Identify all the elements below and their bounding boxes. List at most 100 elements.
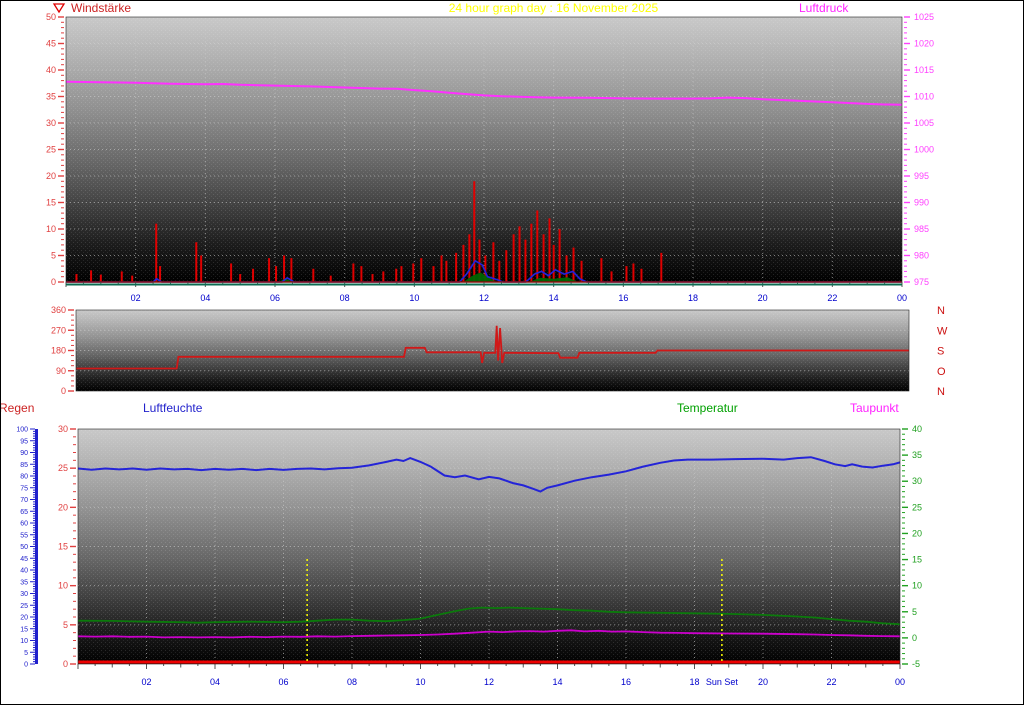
humidity-tick-label: 90 — [20, 450, 28, 457]
temperature-tick-label: 0 — [912, 633, 917, 643]
time-label: 16 — [618, 293, 628, 303]
time-label: 12 — [479, 293, 489, 303]
temperature-tick-label: 35 — [912, 450, 922, 460]
compass-label-O: O — [937, 366, 946, 378]
degrees-tick-label: 360 — [51, 305, 66, 315]
time-label: 22 — [826, 677, 836, 687]
temperature-tick-label: 10 — [912, 581, 922, 591]
rain-tick-label: 15 — [58, 542, 68, 552]
compass-label-N: N — [937, 386, 945, 398]
time-label: 06 — [278, 677, 288, 687]
humidity-tick-label: 40 — [20, 568, 28, 575]
time-label: 00 — [895, 677, 905, 687]
time-label: 20 — [758, 677, 768, 687]
time-label: 04 — [200, 293, 210, 303]
compass-label-S: S — [937, 346, 944, 358]
wind-tick-label: 15 — [46, 198, 56, 208]
temperature-tick-label: -5 — [912, 659, 920, 669]
humidity-tick-label: 30 — [20, 591, 28, 598]
temperature-tick-label: 15 — [912, 555, 922, 565]
degrees-tick-label: 90 — [56, 366, 66, 376]
time-label: 20 — [758, 293, 768, 303]
humidity-tick-label: 70 — [20, 497, 28, 504]
degrees-tick-label: 180 — [51, 346, 66, 356]
charts-canvas: 0510152025303540455097598098599099510001… — [16, 3, 948, 687]
time-label: 06 — [270, 293, 280, 303]
humidity-temp-panel: 0510152025303540455055606570758085909510… — [16, 424, 922, 687]
time-label: 00 — [897, 293, 907, 303]
wind-tick-label: 45 — [46, 39, 56, 49]
pressure-tick-label: 975 — [914, 277, 929, 287]
time-label: 04 — [210, 677, 220, 687]
rain-tick-label: 0 — [63, 659, 68, 669]
degrees-tick-label: 0 — [61, 386, 66, 396]
wind-tick-label: 25 — [46, 145, 56, 155]
humidity-tick-label: 0 — [24, 662, 28, 669]
rain-tick-label: 5 — [63, 620, 68, 630]
rain-tick-label: 10 — [58, 581, 68, 591]
rain-tick-label: 25 — [58, 463, 68, 473]
pressure-tick-label: 1015 — [914, 65, 934, 75]
wind-pressure-panel: 0510152025303540455097598098599099510001… — [46, 12, 934, 303]
humidity-tick-label: 55 — [20, 532, 28, 539]
pressure-tick-label: 1020 — [914, 39, 934, 49]
humidity-tick-label: 5 — [24, 650, 28, 657]
time-label: 22 — [827, 293, 837, 303]
humidity-tick-label: 25 — [20, 603, 28, 610]
wind-tick-label: 5 — [51, 251, 56, 261]
pressure-tick-label: 990 — [914, 198, 929, 208]
humidity-tick-label: 65 — [20, 509, 28, 516]
time-label: 16 — [621, 677, 631, 687]
time-label: 14 — [552, 677, 562, 687]
time-label: 14 — [549, 293, 559, 303]
sun-set-label: Sun Set — [706, 677, 739, 687]
rain-tick-label: 30 — [58, 424, 68, 434]
time-label: 02 — [141, 677, 151, 687]
pressure-tick-label: 1010 — [914, 92, 934, 102]
wind-tick-label: 50 — [46, 12, 56, 22]
weather-graph-window: Windstärke 24 hour graph day : 16 Novemb… — [0, 0, 1024, 705]
humidity-tick-label: 35 — [20, 579, 28, 586]
pressure-tick-label: 1005 — [914, 118, 934, 128]
time-label: 10 — [415, 677, 425, 687]
wind-tick-label: 20 — [46, 171, 56, 181]
rain-tick-label: 20 — [58, 502, 68, 512]
axis-cursor-marker-icon — [52, 3, 66, 14]
wind-tick-label: 40 — [46, 65, 56, 75]
compass-label-N: N — [937, 305, 945, 317]
time-label: 12 — [484, 677, 494, 687]
humidity-axis-bar — [35, 429, 38, 664]
wind-tick-label: 35 — [46, 92, 56, 102]
time-label: 18 — [688, 293, 698, 303]
humidity-tick-label: 50 — [20, 544, 28, 551]
degrees-tick-label: 270 — [51, 325, 66, 335]
humidity-tick-label: 15 — [20, 626, 28, 633]
humidity-tick-label: 100 — [16, 427, 28, 434]
humidity-tick-label: 75 — [20, 485, 28, 492]
temperature-tick-label: 20 — [912, 528, 922, 538]
time-label: 08 — [347, 677, 357, 687]
pressure-tick-label: 1000 — [914, 145, 934, 155]
humidity-tick-label: 45 — [20, 556, 28, 563]
temperature-tick-label: 5 — [912, 607, 917, 617]
humidity-tick-label: 60 — [20, 521, 28, 528]
time-label: 02 — [131, 293, 141, 303]
humidity-tick-label: 95 — [20, 438, 28, 445]
humidity-tick-label: 80 — [20, 474, 28, 481]
wind-direction-panel: 090180270360 NWSON — [51, 305, 948, 398]
humidity-temp-plot-texture — [78, 429, 900, 664]
humidity-tick-label: 85 — [20, 462, 28, 469]
pressure-tick-label: 995 — [914, 171, 929, 181]
time-label: 18 — [689, 677, 699, 687]
wind-tick-label: 0 — [51, 277, 56, 287]
wind-tick-label: 10 — [46, 224, 56, 234]
time-label: 08 — [340, 293, 350, 303]
temperature-tick-label: 25 — [912, 502, 922, 512]
wind-tick-label: 30 — [46, 118, 56, 128]
temperature-tick-label: 30 — [912, 476, 922, 486]
temperature-tick-label: 40 — [912, 424, 922, 434]
compass-label-W: W — [937, 325, 948, 337]
time-label: 10 — [409, 293, 419, 303]
humidity-tick-label: 10 — [20, 638, 28, 645]
pressure-tick-label: 1025 — [914, 12, 934, 22]
